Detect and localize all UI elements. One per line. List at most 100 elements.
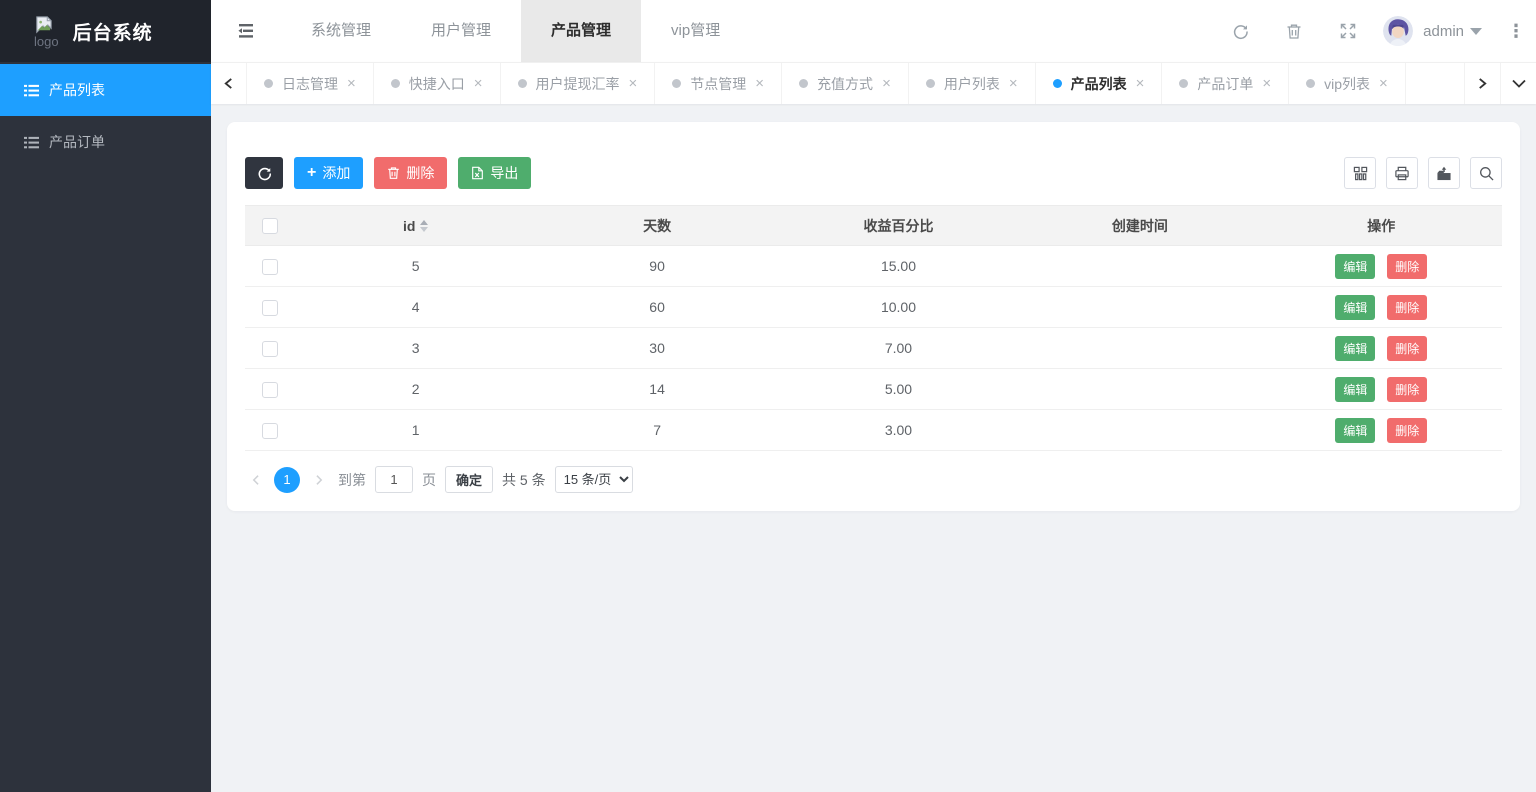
total-count-label: 共 5 条: [502, 470, 546, 490]
fullscreen-icon[interactable]: [1321, 23, 1375, 39]
content-area: + 添加 删除 导出: [211, 104, 1536, 792]
logo-area: logo 后台系统: [0, 0, 211, 62]
prev-page-icon[interactable]: [245, 474, 265, 486]
tabs-dropdown-icon[interactable]: [1500, 63, 1536, 104]
delete-row-button[interactable]: 删除: [1387, 295, 1427, 320]
row-checkbox[interactable]: [262, 300, 278, 316]
table-toolbar: + 添加 删除 导出: [245, 157, 1502, 189]
confirm-page-button[interactable]: 确定: [445, 466, 493, 493]
plus-icon: +: [307, 165, 316, 181]
tab-label: vip列表: [1324, 74, 1370, 94]
delete-row-button[interactable]: 删除: [1387, 254, 1427, 279]
export-data-icon[interactable]: [1428, 157, 1460, 189]
edit-button[interactable]: 编辑: [1335, 254, 1375, 279]
cell-id: 1: [295, 410, 536, 451]
sidebar-collapse-icon[interactable]: [211, 22, 281, 40]
pagination: 1 到第 页 确定 共 5 条 15 条/页: [245, 466, 1502, 493]
tab-vip-list[interactable]: vip列表 ×: [1289, 63, 1406, 104]
tab-label: 充值方式: [817, 74, 873, 94]
tab-dot-icon: [672, 79, 681, 88]
row-checkbox[interactable]: [262, 341, 278, 357]
header-id[interactable]: id: [295, 206, 536, 246]
delete-row-button[interactable]: 删除: [1387, 336, 1427, 361]
tab-close-icon[interactable]: ×: [882, 75, 891, 92]
cell-percent: 10.00: [778, 287, 1019, 328]
cell-created: [1019, 246, 1260, 287]
sidebar-item-product-list[interactable]: 产品列表: [0, 64, 211, 116]
edit-button[interactable]: 编辑: [1335, 336, 1375, 361]
tab-withdraw-rate[interactable]: 用户提现汇率 ×: [501, 63, 656, 104]
table-row: 5 90 15.00 编辑 删除: [245, 246, 1502, 287]
table-row: 4 60 10.00 编辑 删除: [245, 287, 1502, 328]
cell-id: 5: [295, 246, 536, 287]
more-menu-icon[interactable]: ⋮: [1496, 21, 1536, 42]
current-page-button[interactable]: 1: [274, 467, 300, 493]
tab-close-icon[interactable]: ×: [629, 75, 638, 92]
tab-recharge-method[interactable]: 充值方式 ×: [782, 63, 909, 104]
tab-user-list[interactable]: 用户列表 ×: [909, 63, 1036, 104]
cell-days: 90: [536, 246, 777, 287]
table-row: 3 30 7.00 编辑 删除: [245, 328, 1502, 369]
tab-close-icon[interactable]: ×: [1136, 75, 1145, 92]
sidebar-item-label: 产品列表: [49, 80, 105, 100]
user-avatar[interactable]: [1383, 16, 1413, 46]
tab-close-icon[interactable]: ×: [1009, 75, 1018, 92]
edit-button[interactable]: 编辑: [1335, 377, 1375, 402]
tabs-scroll-left-icon[interactable]: [211, 63, 247, 104]
columns-filter-icon[interactable]: [1344, 157, 1376, 189]
edit-button[interactable]: 编辑: [1335, 418, 1375, 443]
row-checkbox[interactable]: [262, 423, 278, 439]
tab-node-management[interactable]: 节点管理 ×: [655, 63, 782, 104]
user-caret-down-icon[interactable]: [1470, 28, 1482, 35]
username[interactable]: admin: [1423, 23, 1464, 40]
export-button[interactable]: 导出: [458, 157, 531, 189]
header-percent: 收益百分比: [778, 206, 1019, 246]
sidebar-item-product-orders[interactable]: 产品订单: [0, 116, 211, 168]
delete-row-button[interactable]: 删除: [1387, 418, 1427, 443]
topnav-product[interactable]: 产品管理: [521, 0, 641, 62]
cell-percent: 15.00: [778, 246, 1019, 287]
tab-label: 用户列表: [944, 74, 1000, 94]
tab-product-list[interactable]: 产品列表 ×: [1036, 63, 1163, 104]
tabs-scroll-right-icon[interactable]: [1464, 63, 1500, 104]
tab-log-management[interactable]: 日志管理 ×: [247, 63, 374, 104]
trash-icon[interactable]: [1267, 23, 1321, 40]
refresh-icon[interactable]: [1213, 23, 1267, 40]
delete-button[interactable]: 删除: [374, 157, 447, 189]
header-id-label: id: [403, 218, 415, 234]
edit-button[interactable]: 编辑: [1335, 295, 1375, 320]
page-number-input[interactable]: [375, 466, 413, 493]
tab-close-icon[interactable]: ×: [1262, 75, 1271, 92]
tab-dot-icon: [926, 79, 935, 88]
cell-created: [1019, 287, 1260, 328]
cell-days: 14: [536, 369, 777, 410]
print-icon[interactable]: [1386, 157, 1418, 189]
topnav-vip[interactable]: vip管理: [641, 0, 750, 62]
toolbar-right-icons: [1344, 157, 1502, 189]
delete-row-button[interactable]: 删除: [1387, 377, 1427, 402]
cell-actions: 编辑 删除: [1261, 369, 1502, 410]
tab-close-icon[interactable]: ×: [1379, 75, 1388, 92]
cell-percent: 7.00: [778, 328, 1019, 369]
tab-close-icon[interactable]: ×: [347, 75, 356, 92]
refresh-button[interactable]: [245, 157, 283, 189]
broken-image-icon: logo: [34, 15, 59, 48]
topnav-user[interactable]: 用户管理: [401, 0, 521, 62]
tab-bar: 日志管理 × 快捷入口 × 用户提现汇率 × 节点管理 ×: [211, 62, 1536, 104]
search-icon[interactable]: [1470, 157, 1502, 189]
tab-close-icon[interactable]: ×: [755, 75, 764, 92]
sort-icon[interactable]: [420, 220, 428, 232]
tab-quick-entry[interactable]: 快捷入口 ×: [374, 63, 501, 104]
page-size-select[interactable]: 15 条/页: [555, 466, 633, 493]
add-button[interactable]: + 添加: [294, 157, 363, 189]
goto-suffix-label: 页: [422, 470, 436, 490]
next-page-icon[interactable]: [309, 474, 329, 486]
top-navigation: 系统管理 用户管理 产品管理 vip管理: [281, 0, 750, 62]
topnav-system[interactable]: 系统管理: [281, 0, 401, 62]
select-all-checkbox[interactable]: [262, 218, 278, 234]
row-checkbox[interactable]: [262, 259, 278, 275]
cell-id: 3: [295, 328, 536, 369]
row-checkbox[interactable]: [262, 382, 278, 398]
tab-product-orders[interactable]: 产品订单 ×: [1162, 63, 1289, 104]
tab-close-icon[interactable]: ×: [474, 75, 483, 92]
